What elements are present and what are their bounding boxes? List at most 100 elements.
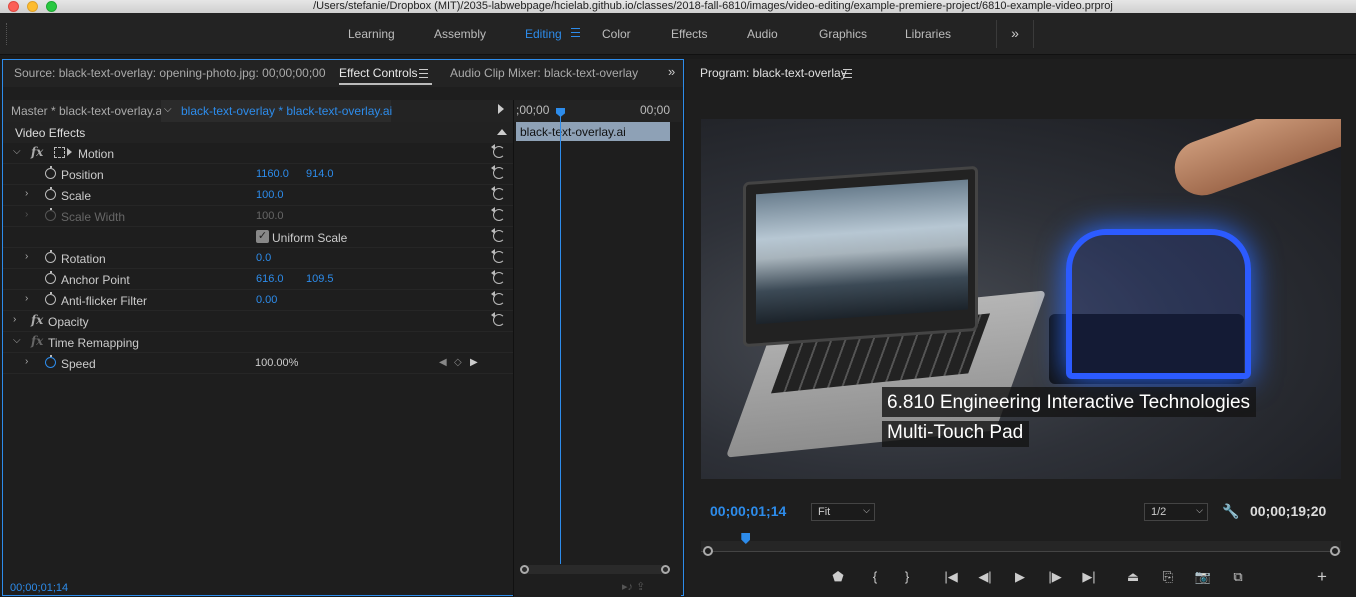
workspace-tab-learning[interactable]: Learning [348,27,395,41]
collapse-triangle-icon[interactable] [497,129,507,135]
step-forward-icon[interactable]: |▶ [1045,567,1065,587]
workspace-tab-color[interactable]: Color [602,27,631,41]
timeline-zoom-scrollbar[interactable] [520,565,670,574]
workspace-tab-assembly[interactable]: Assembly [434,27,486,41]
effect-row-opacity[interactable]: › fx Opacity [3,311,513,332]
workspace-tab-audio[interactable]: Audio [747,27,778,41]
add-keyframe-icon[interactable]: ◇ [454,357,462,368]
zoom-level-select[interactable]: Fit ⌵ [811,503,875,521]
reset-parameter-icon[interactable] [491,207,505,221]
timeline-ruler[interactable]: ;00;00 00;00 [514,100,682,122]
maximize-window-button[interactable] [46,1,57,12]
workspace-more-button[interactable]: » [996,20,1034,48]
chevron-down-icon[interactable]: ⌵ [13,335,23,346]
fx-toggle-icon[interactable]: fx [31,145,43,159]
go-to-out-icon[interactable]: ▶| [1079,567,1099,587]
stopwatch-icon[interactable] [45,271,56,284]
reset-parameter-icon[interactable] [491,144,505,158]
reset-parameter-icon[interactable] [491,165,505,179]
step-back-icon[interactable]: ◀| [975,567,995,587]
next-keyframe-icon[interactable]: ▶ [470,357,478,368]
playback-resolution-select[interactable]: 1/2 ⌵ [1144,503,1208,521]
timeline-clip-bar[interactable]: black-text-overlay.ai [516,122,670,141]
go-to-in-icon[interactable]: |◀ [941,567,961,587]
program-menu-icon[interactable] [843,69,852,78]
workspace-tab-libraries[interactable]: Libraries [905,27,951,41]
stopwatch-icon[interactable] [45,250,56,263]
transform-box-icon[interactable] [54,147,65,158]
reset-parameter-icon[interactable] [491,228,505,242]
button-editor-plus-icon[interactable]: + [1312,567,1332,587]
effect-controls-timecode[interactable]: 00;00;01;14 [10,582,68,594]
export-frame-camera-icon[interactable]: 📷 [1193,567,1213,587]
anti-flicker-value[interactable]: 0.00 [256,294,277,306]
rotation-value[interactable]: 0.0 [256,252,271,264]
chevron-right-icon[interactable]: › [25,293,35,304]
previous-keyframe-icon[interactable]: ◀ [439,357,447,368]
tab-source[interactable]: Source: black-text-overlay: opening-phot… [14,66,326,80]
param-label: Speed [61,357,96,371]
workspace-tab-graphics[interactable]: Graphics [819,27,867,41]
reset-parameter-icon[interactable] [491,270,505,284]
scale-value[interactable]: 100.0 [256,189,284,201]
video-effects-header[interactable]: Video Effects [3,122,513,143]
reset-parameter-icon[interactable] [491,186,505,200]
mark-out-icon[interactable]: } [897,567,917,587]
stopwatch-icon[interactable] [45,355,56,368]
uniform-scale-checkbox[interactable]: ✓ [256,230,269,243]
effect-row-motion[interactable]: ⌵ fx Motion [3,143,513,164]
zoom-handle-left[interactable] [703,546,713,556]
add-marker-icon[interactable]: ⬟ [828,567,848,587]
fx-toggle-icon[interactable]: fx [31,313,43,327]
scrub-track[interactable] [701,541,1341,551]
play-only-audio-icon[interactable] [498,104,504,114]
lift-icon[interactable]: ⏏ [1123,567,1143,587]
workspace-tab-effects[interactable]: Effects [671,27,707,41]
anchor-x-value[interactable]: 616.0 [256,273,284,285]
reset-parameter-icon[interactable] [491,249,505,263]
panel-overflow-button[interactable]: » [668,64,675,79]
zoom-handle-right[interactable] [661,565,670,574]
workspace-grip[interactable] [6,23,9,45]
chevron-right-icon[interactable]: › [13,314,23,325]
chevron-right-icon[interactable]: › [25,251,35,262]
program-video-frame[interactable]: 6.810 Engineering Interactive Technologi… [701,119,1341,479]
program-scrub-bar[interactable] [701,533,1341,557]
master-clip-label[interactable]: Master * black-text-overlay.ai [11,104,165,118]
tab-audio-clip-mixer[interactable]: Audio Clip Mixer: black-text-overlay [450,66,638,80]
workspace-menu-icon[interactable] [571,28,580,37]
effect-row-time-remapping[interactable]: ⌵ fx Time Remapping [3,332,513,353]
mark-in-icon[interactable]: { [865,567,885,587]
program-monitor-title[interactable]: Program: black-text-overlay [700,66,847,80]
extract-icon[interactable]: ⎘ [1158,567,1178,587]
playhead-timecode[interactable]: 00;00;01;14 [710,503,786,519]
comparison-view-icon[interactable]: ⧉ [1228,567,1248,587]
minimize-window-button[interactable] [27,1,38,12]
chevron-right-icon[interactable]: › [25,356,35,367]
zoom-handle-left[interactable] [520,565,529,574]
title-overlay[interactable]: 6.810 Engineering Interactive Technologi… [882,387,1293,459]
speed-value[interactable]: 100.00% [255,357,298,369]
stopwatch-icon [45,208,56,221]
sequence-clip-label[interactable]: black-text-overlay * black-text-overlay.… [181,104,392,118]
effect-controls-timeline[interactable]: ;00;00 00;00 black-text-overlay.ai ▸♪ ⇪ [513,100,682,597]
effect-controls-menu-icon[interactable] [419,69,428,78]
anchor-y-value[interactable]: 109.5 [306,273,334,285]
export-audio-icons[interactable]: ▸♪ ⇪ [622,580,645,593]
chevron-down-icon[interactable]: ⌵ [164,104,172,115]
stopwatch-icon[interactable] [45,292,56,305]
zoom-handle-right[interactable] [1330,546,1340,556]
position-y-value[interactable]: 914.0 [306,168,334,180]
reset-parameter-icon[interactable] [491,291,505,305]
reset-parameter-icon[interactable] [491,312,505,326]
workspace-tab-editing[interactable]: Editing [525,27,562,41]
close-window-button[interactable] [8,1,19,12]
tab-effect-controls[interactable]: Effect Controls [339,66,417,80]
play-icon[interactable]: ▶ [1010,567,1030,587]
wrench-settings-icon[interactable]: 🔧 [1222,503,1239,520]
chevron-right-icon[interactable]: › [25,188,35,199]
stopwatch-icon[interactable] [45,166,56,179]
stopwatch-icon[interactable] [45,187,56,200]
position-x-value[interactable]: 1160.0 [256,168,289,180]
chevron-down-icon[interactable]: ⌵ [13,146,23,157]
